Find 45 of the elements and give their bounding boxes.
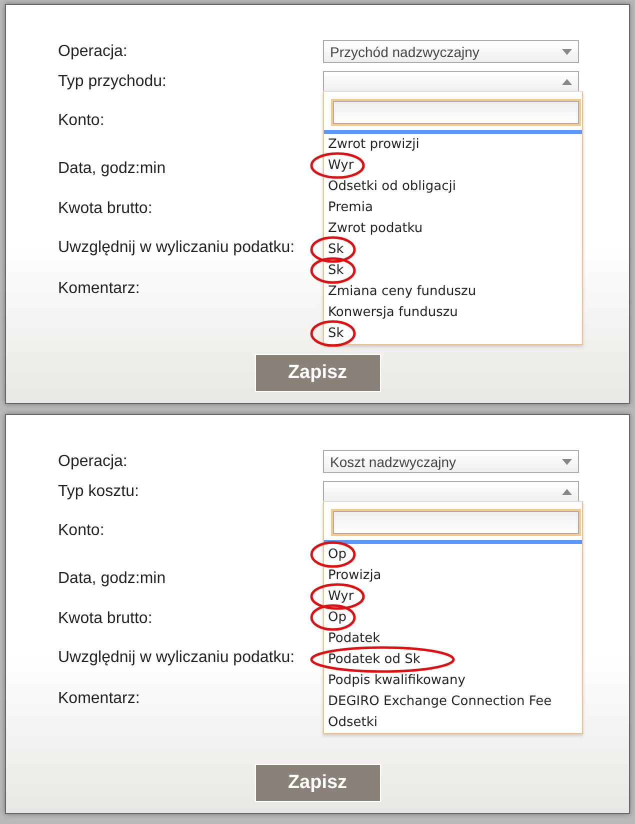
search-field[interactable] — [333, 511, 579, 534]
field-label: Konto: — [58, 522, 104, 540]
dropdown-option[interactable]: DEGIRO Exchange Connection Fee — [324, 691, 582, 712]
dropdown-option[interactable]: Podatek — [324, 628, 582, 649]
dropdown-option[interactable]: Podpis kwalifikowany — [324, 670, 582, 691]
caret-icon — [562, 489, 572, 495]
caret-icon — [562, 458, 572, 464]
dropdown-option[interactable]: Premia — [324, 197, 582, 218]
dropdown-option[interactable]: Wyr — [324, 155, 582, 176]
select-field[interactable]: Koszt nadzwyczajny — [323, 450, 579, 473]
field-label: Uwzględnij w wyliczaniu podatku: — [58, 238, 295, 256]
dropdown-option[interactable]: Odsetki od obligacji — [324, 176, 582, 197]
field-label: Typ przychodu: — [58, 73, 166, 91]
dropdown-option[interactable]: Podatek od Sk — [324, 649, 582, 670]
dropdown-option[interactable]: Sk — [324, 260, 582, 281]
field-label: Konto: — [58, 112, 104, 130]
dropdown-option[interactable]: Op — [324, 544, 582, 565]
field-label: Kwota brutto: — [58, 200, 152, 218]
field-label: Data, godz:min — [58, 160, 166, 178]
select-field[interactable] — [323, 480, 579, 504]
field-label: Uwzględnij w wyliczaniu podatku: — [58, 648, 295, 666]
dropdown-option[interactable]: Konwersja funduszu — [324, 302, 582, 323]
search-field[interactable] — [333, 101, 579, 124]
dropdown-option[interactable]: Sk — [324, 239, 582, 260]
field-label: Kwota brutto: — [58, 610, 152, 628]
field-label: Operacja: — [58, 42, 128, 60]
field-label: Komentarz: — [58, 280, 140, 298]
caret-icon — [562, 79, 572, 85]
dropdown-option[interactable]: Zwrot prowizji — [324, 134, 582, 155]
save-button[interactable]: Zapisz — [254, 354, 380, 392]
dropdown-option[interactable]: Odsetki — [324, 712, 582, 733]
field-label: Data, godz:min — [58, 570, 166, 588]
save-button[interactable]: Zapisz — [254, 764, 380, 802]
select-field[interactable] — [323, 70, 579, 94]
dropdown-option[interactable]: Prowizja — [324, 565, 582, 586]
dropdown-option[interactable]: Sk — [324, 323, 582, 344]
dropdown-option[interactable]: Zwrot podatku — [324, 218, 582, 239]
dropdown-option[interactable]: Op — [324, 607, 582, 628]
caret-icon — [562, 48, 572, 54]
field-label: Komentarz: — [58, 690, 140, 708]
select-field[interactable]: Przychód nadzwyczajny — [323, 40, 579, 63]
dropdown-option[interactable]: Zmiana ceny funduszu — [324, 281, 582, 302]
field-label: Typ kosztu: — [58, 483, 139, 501]
dropdown-option[interactable]: Wyr — [324, 586, 582, 607]
field-label: Operacja: — [58, 452, 128, 470]
